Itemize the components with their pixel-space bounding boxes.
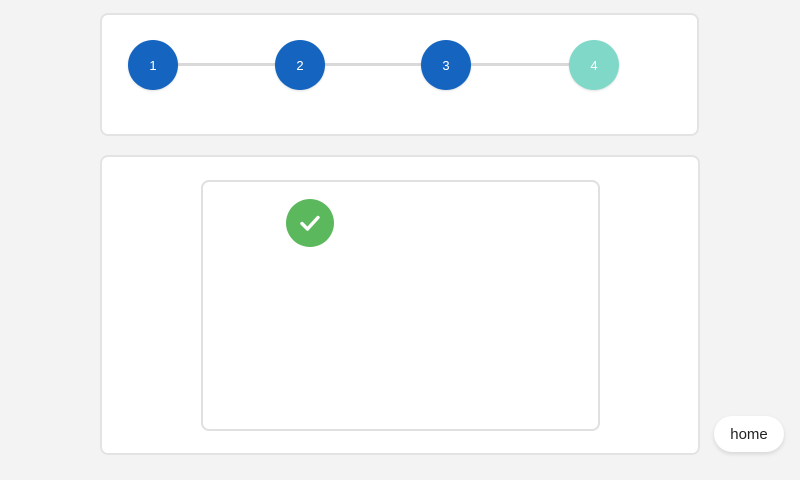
app-stage: 1 2 3 4 home xyxy=(0,0,800,480)
step-1[interactable]: 1 xyxy=(128,40,178,90)
step-3[interactable]: 3 xyxy=(421,40,471,90)
home-button[interactable]: home xyxy=(714,416,784,452)
step-connector-2-3 xyxy=(323,63,425,66)
step-connector-1-2 xyxy=(176,63,278,66)
step-4[interactable]: 4 xyxy=(569,40,619,90)
step-4-number: 4 xyxy=(590,57,598,73)
step-3-number: 3 xyxy=(442,57,450,73)
check-icon xyxy=(300,215,320,231)
success-badge xyxy=(286,199,334,247)
result-panel xyxy=(201,180,600,431)
step-2-number: 2 xyxy=(296,57,304,73)
step-2[interactable]: 2 xyxy=(275,40,325,90)
step-1-number: 1 xyxy=(149,57,157,73)
step-connector-3-4 xyxy=(469,63,572,66)
